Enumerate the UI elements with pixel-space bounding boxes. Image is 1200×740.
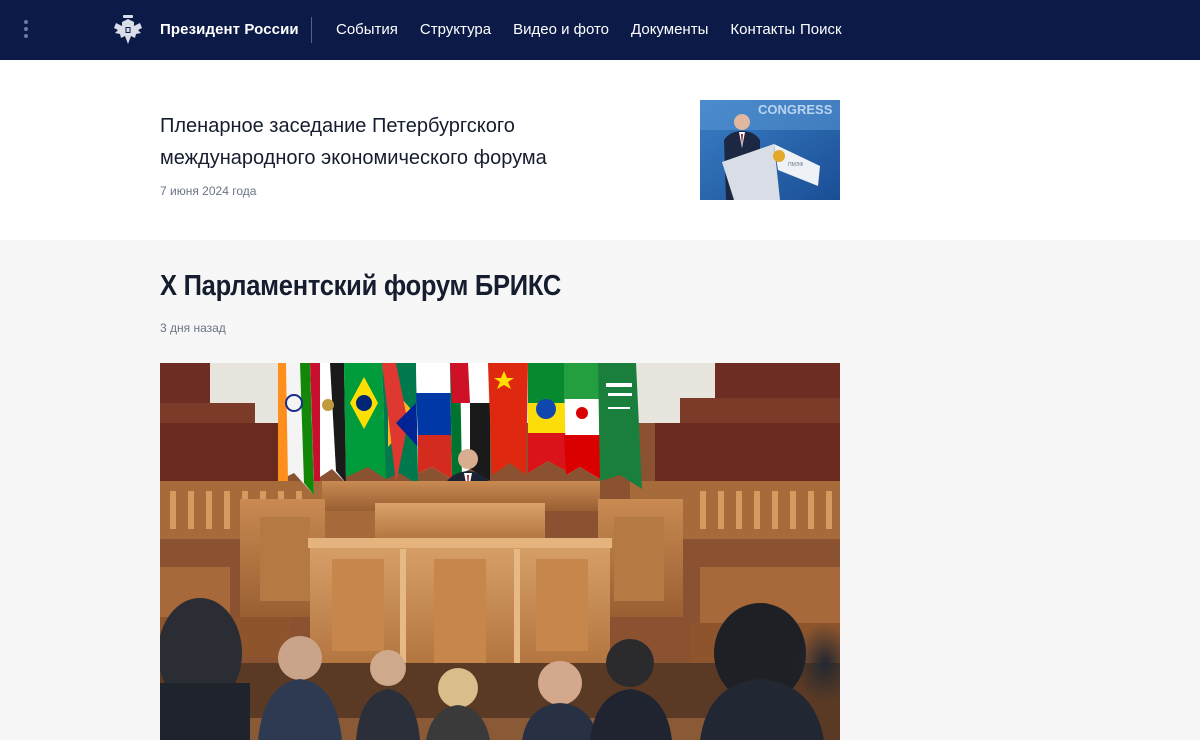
main-nav: События Структура Видео и фото Документы… [336, 21, 817, 38]
article-title[interactable]: Пленарное заседание Петербургского между… [160, 110, 660, 174]
nav-item-documents[interactable]: Документы [631, 21, 708, 38]
thumbnail-congress-text: CONGRESS [758, 102, 833, 117]
nav-item-events[interactable]: События [336, 21, 398, 38]
nav-item-video-photo[interactable]: Видео и фото [513, 21, 609, 38]
article-date: 3 дня назад [160, 321, 226, 335]
svg-text:ПМЭФ: ПМЭФ [788, 162, 803, 168]
site-title[interactable]: Президент России [160, 21, 299, 38]
nav-divider [311, 17, 312, 43]
nav-item-contacts[interactable]: Контакты [730, 21, 795, 38]
eagle-emblem-icon[interactable] [113, 14, 143, 46]
article-thumbnail[interactable]: CONGRESS ПМЭФ [700, 100, 840, 200]
nav-item-structure[interactable]: Структура [420, 21, 491, 38]
article-card: Пленарное заседание Петербургского между… [0, 60, 1200, 240]
article-title[interactable]: X Парламентский форум БРИКС [160, 270, 561, 303]
article-date: 7 июня 2024 года [160, 184, 257, 198]
site-header: Президент России События Структура Видео… [0, 0, 1200, 60]
search-link[interactable]: Поиск [800, 21, 842, 38]
menu-dots-icon[interactable] [20, 18, 32, 42]
article-main-photo[interactable] [160, 363, 840, 740]
